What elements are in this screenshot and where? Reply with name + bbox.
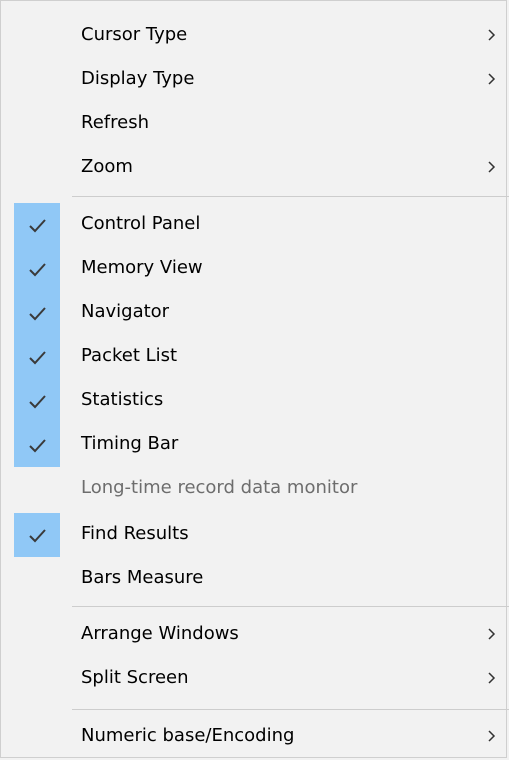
menu-item-label: Long-time record data monitor: [81, 477, 358, 498]
checkmark-icon: [14, 247, 60, 291]
menu-item-label: Control Panel: [81, 213, 201, 234]
menu-item-label: Navigator: [81, 301, 170, 322]
menu-item-find-results[interactable]: Find Results: [2, 513, 507, 557]
menu-item-label: Find Results: [81, 523, 189, 544]
menu-item-label: Arrange Windows: [81, 623, 239, 644]
menu-item-split-screen[interactable]: Split Screen: [2, 657, 507, 701]
menu-item-label: Cursor Type: [81, 24, 188, 45]
chevron-right-icon: [486, 671, 498, 685]
menu-item-label: Numeric base/Encoding: [81, 725, 295, 746]
menu-item-label: Zoom: [81, 156, 133, 177]
menu-item-statistics[interactable]: Statistics: [2, 379, 507, 423]
chevron-right-icon: [486, 160, 498, 174]
chevron-right-icon: [486, 729, 498, 743]
menu-item-label: Display Type: [81, 68, 195, 89]
menu-item-memory-view[interactable]: Memory View: [2, 247, 507, 291]
menu-item-label: Bars Measure: [81, 567, 204, 588]
chevron-right-icon: [486, 28, 498, 42]
menu-item-navigator[interactable]: Navigator: [2, 291, 507, 335]
menu-item-zoom[interactable]: Zoom: [2, 146, 507, 190]
menu-item-label: Memory View: [81, 257, 203, 278]
menu-item-bars-measure[interactable]: Bars Measure: [2, 557, 507, 601]
menu-item-label: Refresh: [81, 112, 149, 133]
menu-item-refresh[interactable]: Refresh: [2, 102, 507, 146]
checkmark-icon: [14, 291, 60, 335]
menu-item-label: Packet List: [81, 345, 178, 366]
menu-separator: [72, 606, 509, 607]
menu-item-cursor-type[interactable]: Cursor Type: [2, 14, 507, 58]
menu-item-label: Split Screen: [81, 667, 189, 688]
menu-item-label: Statistics: [81, 389, 164, 410]
checkmark-icon: [14, 203, 60, 247]
checkmark-icon: [14, 423, 60, 467]
menu-item-packet-list[interactable]: Packet List: [2, 335, 507, 379]
checkmark-icon: [14, 335, 60, 379]
menu-item-timing-bar[interactable]: Timing Bar: [2, 423, 507, 467]
menu-item-control-panel[interactable]: Control Panel: [2, 203, 507, 247]
menu-item-label: Timing Bar: [81, 433, 179, 454]
checkmark-icon: [14, 513, 60, 557]
menu-item-arrange-windows[interactable]: Arrange Windows: [2, 613, 507, 657]
menu-separator: [72, 196, 509, 197]
menu-item-long-time-record-data-monitor: Long-time record data monitor: [2, 467, 507, 511]
chevron-right-icon: [486, 627, 498, 641]
menu-separator: [72, 709, 509, 710]
menu-item-display-type[interactable]: Display Type: [2, 58, 507, 102]
menu-item-numeric-base-encoding[interactable]: Numeric base/Encoding: [2, 715, 507, 759]
chevron-right-icon: [486, 72, 498, 86]
checkmark-icon: [14, 379, 60, 423]
view-context-menu: Cursor Type Display Type Refresh Zoom Co…: [0, 0, 509, 759]
